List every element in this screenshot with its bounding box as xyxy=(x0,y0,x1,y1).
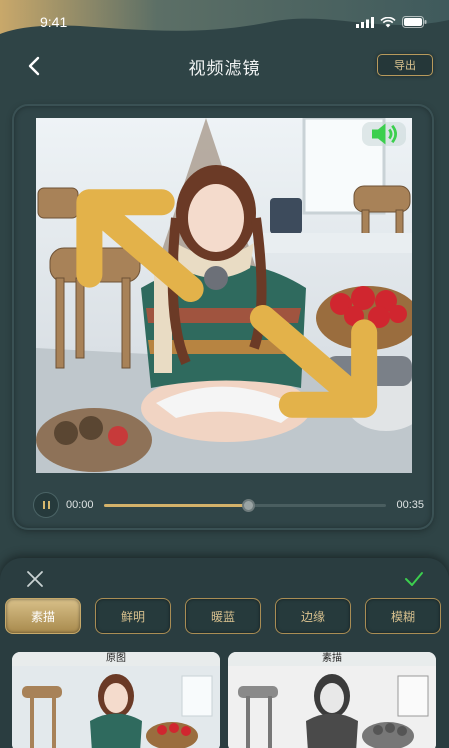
progress-fill xyxy=(103,503,248,507)
playback-controls: 00:00 00:35 xyxy=(34,492,424,518)
speaker-icon xyxy=(372,123,397,145)
filtered-preview[interactable]: 素描 xyxy=(228,652,436,748)
export-button[interactable]: 导出 xyxy=(377,54,433,76)
original-preview[interactable]: 原图 xyxy=(12,652,220,748)
back-button[interactable] xyxy=(20,52,48,80)
sketch-thumbnail xyxy=(228,666,436,748)
chevron-left-icon xyxy=(28,56,40,76)
check-icon[interactable] xyxy=(403,568,425,590)
pause-button[interactable] xyxy=(34,493,58,517)
current-time: 00:00 xyxy=(66,499,94,511)
filter-chip-blur[interactable]: 模糊 xyxy=(365,598,441,634)
pause-icon xyxy=(42,501,45,509)
progress-slider[interactable] xyxy=(103,498,387,512)
filter-sheet: 素描 鲜明 暖蓝 边缘 模糊 原图 素描 xyxy=(0,558,449,748)
video-preview[interactable] xyxy=(36,118,412,473)
filtered-preview-label: 素描 xyxy=(228,652,436,666)
filter-list: 素描 鲜明 暖蓝 边缘 模糊 xyxy=(5,598,449,636)
filter-previews: 原图 素描 xyxy=(12,652,442,748)
battery-icon xyxy=(402,16,427,28)
wifi-icon xyxy=(380,16,396,27)
filter-chip-sketch[interactable]: 素描 xyxy=(5,598,81,634)
sound-button[interactable] xyxy=(362,122,406,146)
cellular-signal-icon xyxy=(356,16,374,28)
expand-icon[interactable] xyxy=(46,126,412,473)
progress-thumb[interactable] xyxy=(241,498,255,512)
original-preview-label: 原图 xyxy=(12,652,220,666)
original-thumbnail xyxy=(12,666,220,748)
video-player-card: 00:00 00:35 xyxy=(14,106,432,528)
nav-bar: 视频滤镜 导出 xyxy=(0,44,449,88)
sheet-header xyxy=(0,564,449,596)
close-icon[interactable] xyxy=(24,568,46,590)
filter-chip-vivid[interactable]: 鲜明 xyxy=(95,598,171,634)
status-icons xyxy=(356,16,427,28)
filter-chip-edge[interactable]: 边缘 xyxy=(275,598,351,634)
duration-time: 00:35 xyxy=(396,499,424,511)
filter-chip-warm-blue[interactable]: 暖蓝 xyxy=(185,598,261,634)
page-title: 视频滤镜 xyxy=(188,58,261,79)
status-time: 9:41 xyxy=(40,14,68,30)
status-bar: 9:41 xyxy=(0,0,449,44)
